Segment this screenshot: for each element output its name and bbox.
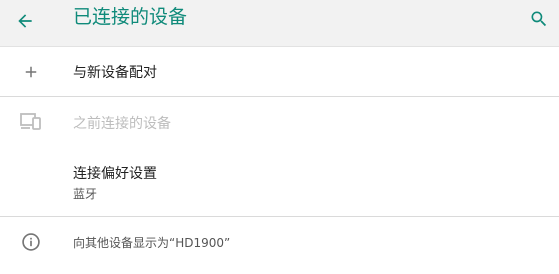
arrow-back-icon	[18, 14, 32, 28]
pair-new-device-label: 与新设备配对	[73, 65, 157, 81]
connection-preferences-item[interactable]: 连接偏好设置 蓝牙	[0, 148, 559, 216]
connection-preferences-label: 连接偏好设置	[73, 166, 157, 182]
page-title: 已连接的设备	[73, 6, 188, 28]
device-visibility-text: 向其他设备显示为“HD1900”	[73, 236, 231, 250]
pair-new-device-item[interactable]: 与新设备配对	[0, 47, 559, 96]
back-button[interactable]	[10, 6, 40, 36]
plus-icon	[17, 58, 45, 86]
device-visibility-footer: 向其他设备显示为“HD1900”	[0, 217, 559, 274]
app-window: 已连接的设备 与新设备配对 之前连接的设备 连接偏好设置 蓝牙 向其他设备显示为…	[0, 0, 559, 274]
search-button[interactable]	[524, 4, 554, 34]
toolbar: 已连接的设备	[0, 0, 559, 47]
devices-icon	[17, 108, 45, 136]
connection-preferences-summary: 蓝牙	[73, 187, 98, 201]
previously-connected-devices-item: 之前连接的设备	[0, 97, 559, 147]
previously-connected-devices-label: 之前连接的设备	[73, 116, 171, 132]
info-icon	[17, 228, 45, 256]
search-icon	[531, 11, 547, 27]
